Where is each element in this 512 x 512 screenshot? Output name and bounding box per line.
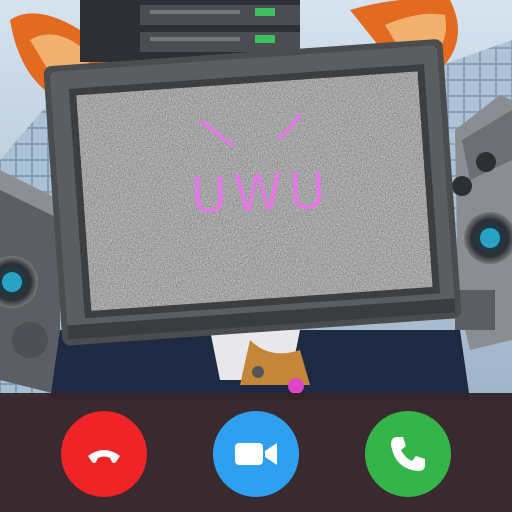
call-action-bar <box>0 393 512 512</box>
video-camera-icon <box>235 443 277 465</box>
accept-call-button[interactable] <box>365 411 451 497</box>
phone-icon <box>391 437 425 471</box>
video-call-button[interactable] <box>213 411 299 497</box>
screen-face-text: UWU <box>189 161 333 225</box>
decline-call-button[interactable] <box>61 411 147 497</box>
phone-hangup-icon <box>88 450 120 463</box>
